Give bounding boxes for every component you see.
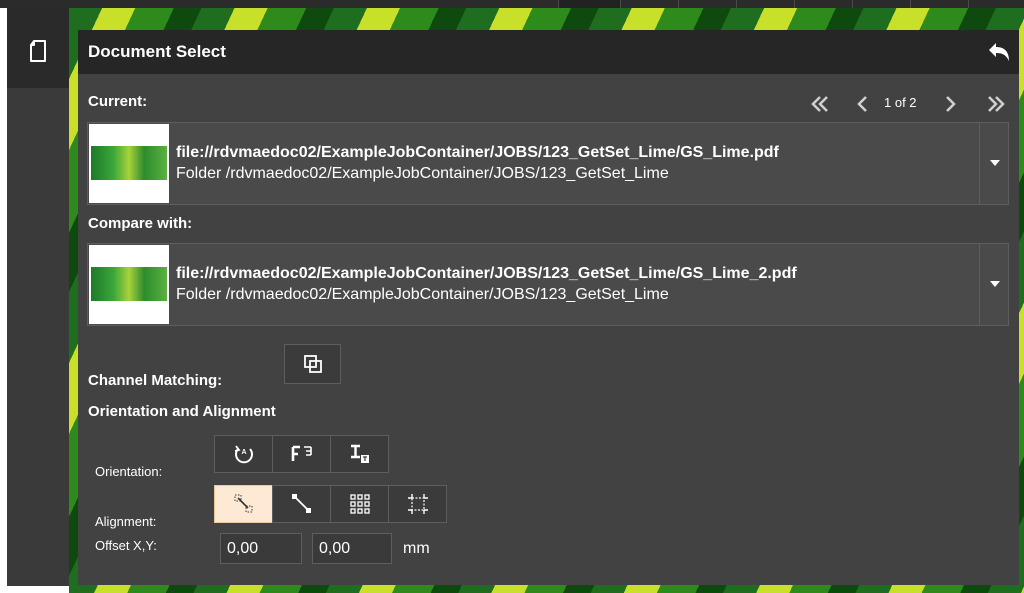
compare-document-select[interactable]: file://rdvmaedoc02/ExampleJobContainer/J…: [87, 243, 1009, 326]
compare-folder-path: Folder /rdvmaedoc02/ExampleJobContainer/…: [176, 286, 669, 303]
toolbar-segment[interactable]: [968, 0, 1024, 8]
top-toolbar: [0, 0, 1024, 8]
channel-matching-button[interactable]: [284, 344, 341, 384]
chevron-right-icon[interactable]: [942, 92, 958, 116]
channel-matching-label: Channel Matching:: [88, 372, 223, 389]
offset-unit: mm: [403, 540, 430, 557]
panel-header: Document Select: [78, 30, 1019, 74]
toolbar-segment[interactable]: [910, 0, 968, 8]
current-file-path: file://rdvmaedoc02/ExampleJobContainer/J…: [176, 144, 779, 161]
toolbar-segment[interactable]: [794, 0, 852, 8]
pager-text: 1 of 2: [884, 95, 917, 110]
orientation-flip-button[interactable]: [330, 435, 389, 473]
offset-label: Offset X,Y:: [95, 538, 157, 553]
document-thumbnail: [89, 124, 169, 203]
align-corner-icon: [234, 494, 252, 513]
alignment-buttons: [214, 485, 447, 523]
svg-text:A: A: [241, 449, 246, 456]
flip-text-icon: [350, 444, 369, 463]
current-document-select[interactable]: file://rdvmaedoc02/ExampleJobContainer/J…: [87, 122, 1009, 205]
compare-file-path: file://rdvmaedoc02/ExampleJobContainer/J…: [176, 265, 797, 282]
align-crop-marks-icon: [407, 494, 428, 514]
orientation-mirror-button[interactable]: [272, 435, 331, 473]
double-chevron-left-icon[interactable]: [809, 92, 831, 116]
document-select-panel: Document Select Current: 1 of 2 file://r…: [78, 30, 1019, 585]
offset-x-input[interactable]: [220, 533, 302, 564]
orientation-alignment-heading: Orientation and Alignment: [88, 403, 276, 420]
alignment-diagonal-button[interactable]: [272, 485, 331, 523]
orientation-buttons: A: [214, 435, 389, 473]
chevron-left-icon[interactable]: [855, 92, 871, 116]
thumbnail-artwork: [91, 267, 167, 301]
undo-icon[interactable]: [985, 40, 1011, 64]
mirror-text-icon: [291, 445, 312, 461]
orientation-auto-button[interactable]: A: [214, 435, 273, 473]
document-icon: [30, 40, 46, 62]
compare-label: Compare with:: [88, 215, 193, 232]
orientation-label: Orientation:: [95, 464, 163, 479]
align-diagonal-icon: [291, 494, 311, 513]
toolbar-segment[interactable]: [678, 0, 736, 8]
toolbar-segment[interactable]: [852, 0, 910, 8]
alignment-crop-marks-button[interactable]: [388, 485, 447, 523]
document-thumbnail: [89, 245, 169, 324]
alignment-label: Alignment:: [95, 514, 157, 529]
rail-document-button[interactable]: [7, 8, 69, 88]
chevron-down-icon[interactable]: [979, 123, 1008, 204]
chevron-down-icon[interactable]: [979, 244, 1008, 325]
overlap-squares-icon: [303, 355, 322, 373]
offset-y-input[interactable]: [312, 533, 392, 564]
thumbnail-artwork: [91, 146, 167, 180]
current-label: Current:: [88, 93, 148, 110]
current-folder-path: Folder /rdvmaedoc02/ExampleJobContainer/…: [176, 165, 669, 182]
pager: 1 of 2: [789, 92, 1019, 116]
toolbar-segment[interactable]: [736, 0, 794, 8]
align-grid-icon: [349, 494, 370, 514]
left-rail: [7, 8, 69, 586]
toolbar-segment[interactable]: [620, 0, 678, 8]
panel-title: Document Select: [88, 42, 226, 61]
alignment-corner-button[interactable]: [214, 485, 273, 523]
rotate-auto-icon: A: [234, 445, 253, 464]
alignment-grid-button[interactable]: [330, 485, 389, 523]
double-chevron-right-icon[interactable]: [985, 92, 1007, 116]
toolbar-segment[interactable]: [558, 0, 620, 8]
